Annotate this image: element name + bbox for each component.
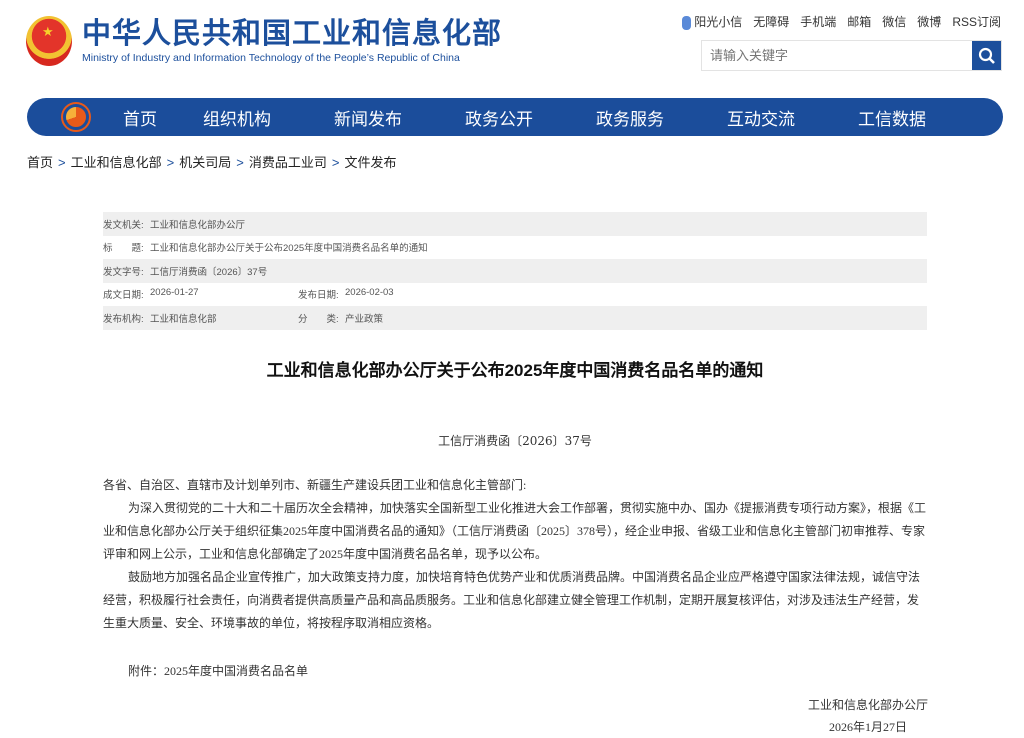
nav-news[interactable]: 新闻发布 xyxy=(303,105,433,130)
meta-label: 标 题: xyxy=(103,243,144,255)
nav-gov-service[interactable]: 政务服务 xyxy=(565,105,695,130)
nav-organization[interactable]: 组织机构 xyxy=(172,105,302,130)
link-rss[interactable]: RSS订阅 xyxy=(952,13,1001,30)
link-wechat[interactable]: 微信 xyxy=(882,13,906,30)
search-box xyxy=(701,40,1002,71)
mascot-icon xyxy=(682,15,692,30)
meta-label: 发布机构: xyxy=(103,313,144,325)
document-title: 工业和信息化部办公厅关于公布2025年度中国消费名品名单的通知 xyxy=(266,361,764,380)
link-accessibility[interactable]: 无障碍 xyxy=(753,13,789,30)
logo-title-en: Ministry of Industry and Information Tec… xyxy=(82,52,460,64)
breadcrumb: 首页 > 工业和信息化部 > 机关司局 > 消费品工业司 > 文件发布 xyxy=(27,155,397,170)
link-mail[interactable]: 邮箱 xyxy=(847,13,871,30)
meta-issuer: 工业和信息化部办公厅 xyxy=(150,219,246,231)
paragraph: 为深入贯彻党的二十大和二十届历次全会精神，加快落实全国新型工业化推进大会工作部署… xyxy=(103,501,927,561)
signer: 工业和信息化部办公厅 xyxy=(807,698,928,712)
nav-interaction[interactable]: 互动交流 xyxy=(696,105,826,130)
meta-label: 发文字号: xyxy=(103,266,144,278)
meta-label: 发布日期: xyxy=(298,290,339,302)
search-input[interactable] xyxy=(702,41,972,70)
main-nav: 首页 组织机构 新闻发布 政务公开 政务服务 互动交流 工信数据 xyxy=(27,98,1003,136)
document-number: 工信厅消费函〔2026〕37号 xyxy=(438,434,592,448)
breadcrumb-item[interactable]: 机关司局 xyxy=(179,155,231,170)
sign-date: 2026年1月27日 xyxy=(828,720,907,734)
breadcrumb-item[interactable]: 消费品工业司 xyxy=(249,155,327,170)
meta-label: 发文机关: xyxy=(103,219,144,231)
link-mobile[interactable]: 手机端 xyxy=(800,13,836,30)
document-metadata: 发文机关: 工业和信息化部办公厅 标 题: 工业和信息化部办公厅关于公布2025年度… xyxy=(103,212,927,330)
signature-block: 工业和信息化部办公厅 2026年1月27日 xyxy=(808,694,928,738)
salutation: 各省、自治区、直辖市及计划单列市、新疆生产建设兵团工业和信息化主管部门: xyxy=(103,478,527,492)
breadcrumb-item[interactable]: 首页 xyxy=(27,155,53,170)
link-sunshine[interactable]: 阳光小信 xyxy=(682,13,742,30)
link-weibo[interactable]: 微博 xyxy=(917,13,941,30)
meta-docno: 工信厅消费函〔2026〕37号 xyxy=(150,266,268,278)
paragraph: 鼓励地方加强名品企业宣传推广，加大政策支持力度，加快培育特色优势产业和优质消费品… xyxy=(103,570,921,630)
search-icon xyxy=(978,47,995,64)
logo-title-cn: 中华人民共和国工业和信息化部 xyxy=(82,18,503,50)
document-body: 各省、自治区、直辖市及计划单列市、新疆生产建设兵团工业和信息化主管部门: 为深入… xyxy=(103,474,928,683)
miit-logo-icon xyxy=(61,102,91,132)
meta-title: 工业和信息化部办公厅关于公布2025年度中国消费名品名单的通知 xyxy=(150,243,428,255)
attachment-link[interactable]: 附件：2025年度中国消费名品名单 xyxy=(103,660,928,683)
search-button[interactable] xyxy=(972,41,1001,70)
breadcrumb-item[interactable]: 文件发布 xyxy=(344,155,396,170)
meta-category: 产业政策 xyxy=(345,313,384,325)
meta-label: 分 类: xyxy=(298,313,339,325)
national-emblem-icon xyxy=(26,16,72,66)
meta-written-date: 2026-01-27 xyxy=(150,287,199,299)
top-links: 阳光小信 无障碍 手机端 邮箱 微信 微博 RSS订阅 xyxy=(682,13,1001,30)
breadcrumb-item[interactable]: 工业和信息化部 xyxy=(71,155,162,170)
site-logo[interactable]: 中华人民共和国工业和信息化部 Ministry of Industry and … xyxy=(26,16,502,66)
nav-gov-info[interactable]: 政务公开 xyxy=(434,105,564,130)
nav-data[interactable]: 工信数据 xyxy=(827,105,957,130)
meta-published-date: 2026-02-03 xyxy=(345,287,394,299)
meta-label: 成文日期: xyxy=(103,290,144,302)
nav-home[interactable]: 首页 xyxy=(109,105,171,130)
meta-org: 工业和信息化部 xyxy=(150,313,217,325)
